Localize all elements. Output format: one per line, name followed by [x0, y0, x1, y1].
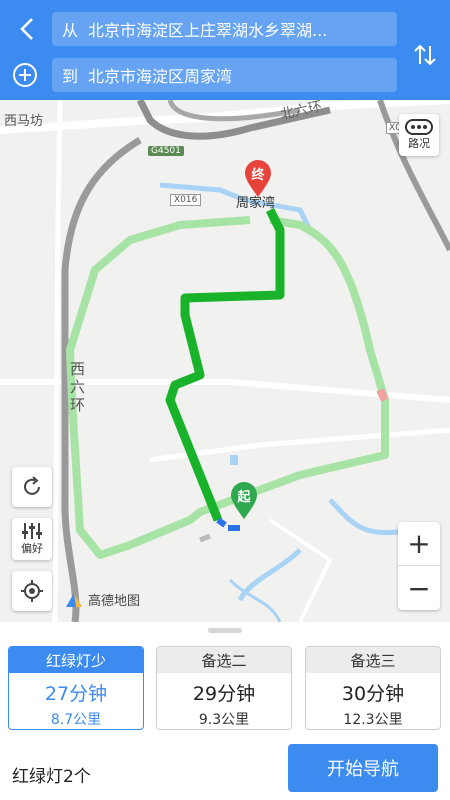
start-navigation-button[interactable]: 开始导航: [288, 744, 438, 792]
route-option-time: 27分钟: [44, 683, 108, 705]
swap-arrows-icon: [414, 44, 436, 66]
zoom-out-button[interactable]: −: [398, 566, 440, 610]
end-marker-label: 终: [251, 168, 265, 183]
map-logo: 高德地图: [64, 590, 140, 609]
map-canvas: [0, 100, 450, 622]
preference-label: 偏好: [21, 542, 43, 555]
traffic-icon: [405, 119, 433, 135]
route-option-3[interactable]: 备选三 30分钟 12.3公里: [305, 646, 441, 730]
route-header: 从 北京市海淀区上庄翠湖水乡翠湖... 到 北京市海淀区周家湾: [0, 0, 450, 100]
sliders-icon: [22, 523, 42, 539]
start-marker-label: 起: [237, 490, 251, 505]
traffic-lights-info: 红绿灯2个: [12, 767, 91, 787]
locate-button[interactable]: [12, 571, 52, 611]
route-option-distance: 9.3公里: [198, 712, 250, 728]
destination-text: 北京市海淀区周家湾: [88, 67, 233, 86]
route-option-tag: 红绿灯少: [9, 647, 143, 673]
swap-button[interactable]: [410, 40, 440, 70]
traffic-label: 路况: [408, 137, 430, 150]
zoom-in-button[interactable]: +: [398, 522, 440, 566]
route-option-1[interactable]: 红绿灯少 27分钟 8.7公里: [8, 646, 144, 730]
road-label-x016: X016: [170, 194, 202, 206]
preference-button[interactable]: 偏好: [12, 518, 52, 560]
origin-field[interactable]: 从 北京市海淀区上庄翠湖水乡翠湖...: [52, 12, 397, 46]
crosshair-icon: [21, 580, 43, 602]
amap-logo-icon: [66, 592, 82, 607]
refresh-icon: [24, 476, 40, 495]
road-label-west6: 西六环: [70, 360, 86, 414]
refresh-button[interactable]: [12, 467, 52, 507]
back-button[interactable]: [12, 14, 42, 44]
route-option-2[interactable]: 备选二 29分钟 9.3公里: [156, 646, 292, 730]
route-option-distance: 8.7公里: [50, 712, 102, 728]
route-option-time: 29分钟: [192, 683, 256, 705]
plus-circle-icon: [13, 63, 37, 87]
road-label-g4501: G4501: [148, 146, 184, 156]
origin-prefix: 从: [62, 21, 79, 40]
drag-handle[interactable]: [208, 628, 242, 633]
route-option-tag: 备选三: [306, 647, 440, 673]
zoom-control: + −: [398, 522, 440, 610]
origin-text: 北京市海淀区上庄翠湖水乡翠湖...: [88, 21, 328, 40]
route-option-distance: 12.3公里: [343, 712, 403, 728]
start-marker[interactable]: 起: [230, 482, 258, 520]
place-label-ximafang: 西马坊: [4, 114, 44, 129]
route-map[interactable]: 西马坊 G4501 X016 X0 北六环 西六环 周家湾 终 起 路况 偏好 …: [0, 100, 450, 622]
route-panel: 红绿灯少 27分钟 8.7公里 备选二 29分钟 9.3公里 备选三 30分钟 …: [0, 622, 450, 800]
traffic-toggle-button[interactable]: 路况: [399, 114, 439, 156]
end-marker[interactable]: 终: [244, 160, 272, 198]
chevron-left-icon: [20, 18, 33, 40]
destination-prefix: 到: [62, 67, 79, 86]
destination-field[interactable]: 到 北京市海淀区周家湾: [52, 58, 397, 92]
add-waypoint-button[interactable]: [10, 60, 40, 90]
logo-text: 高德地图: [88, 594, 141, 609]
route-option-time: 30分钟: [341, 683, 405, 705]
route-option-tag: 备选二: [157, 647, 291, 673]
